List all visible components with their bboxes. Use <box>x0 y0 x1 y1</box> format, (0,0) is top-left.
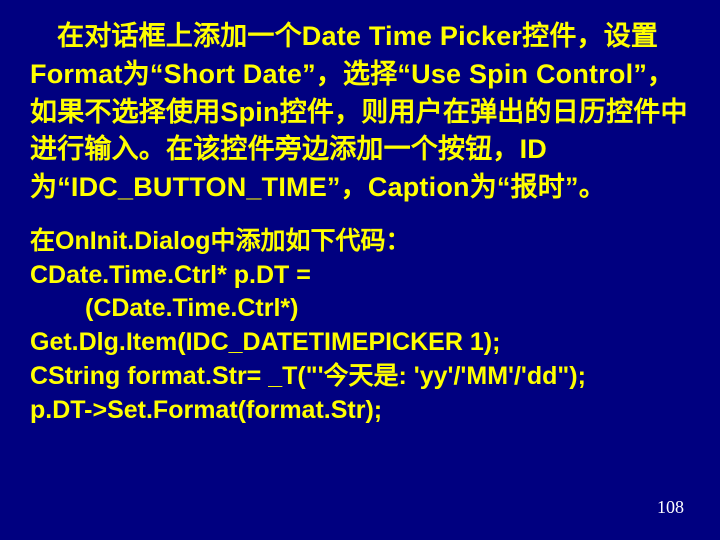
code-block: 在OnInit.Dialog中添加如下代码： CDate.Time.Ctrl* … <box>30 225 690 428</box>
code-line-3: (CDate.Time.Ctrl*) <box>30 292 690 326</box>
paragraph-intro: 在对话框上添加一个Date Time Picker控件，设置Format为“Sh… <box>30 18 690 207</box>
slide: 在对话框上添加一个Date Time Picker控件，设置Format为“Sh… <box>0 0 720 540</box>
code-line-2: CDate.Time.Ctrl* p.DT = <box>30 259 690 293</box>
code-line-6: p.DT->Set.Format(format.Str); <box>30 394 690 428</box>
page-number: 108 <box>657 497 684 518</box>
code-line-5: CString format.Str= _T("'今天是: 'yy'/'MM'/… <box>30 360 690 394</box>
code-line-1: 在OnInit.Dialog中添加如下代码： <box>30 225 690 259</box>
code-line-4: Get.Dlg.Item(IDC_DATETIMEPICKER 1); <box>30 326 690 360</box>
